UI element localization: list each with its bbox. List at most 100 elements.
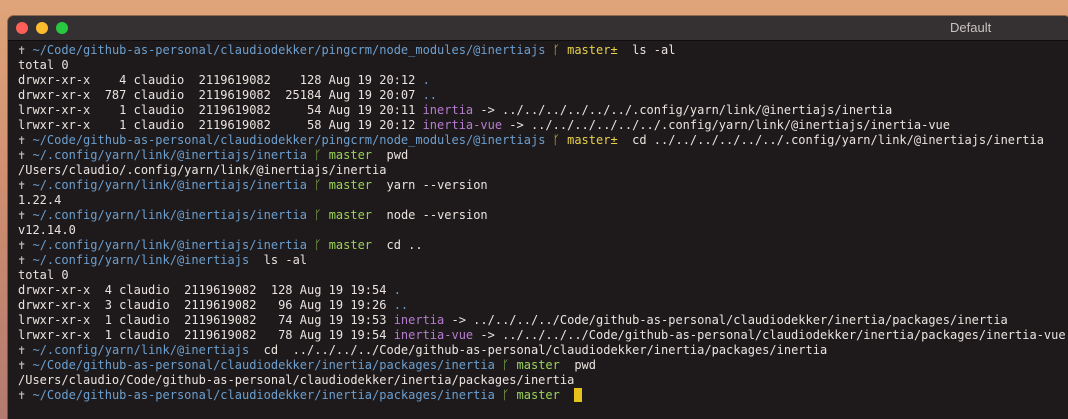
directory-name: .. [422, 88, 438, 102]
git-branch-name: master [328, 178, 373, 192]
listing-line: drwxr-xr-x 787 claudio 2119619082 25184 … [18, 88, 1068, 103]
prompt-path: ~/.config/yarn/link/@inertiajs [32, 253, 250, 267]
prompt-path: ~/.config/yarn/link/@inertiajs/inertia [32, 148, 308, 162]
git-branch-icon: ᚴ [552, 43, 560, 57]
window-title: Default [950, 20, 992, 35]
symlink-target: -> ../../../../../../.config/yarn/link/@… [473, 103, 893, 117]
listing-line: drwxr-xr-x 3 claudio 2119619082 96 Aug 1… [18, 298, 1068, 313]
git-branch-icon: ᚴ [314, 178, 322, 192]
output-line: /Users/claudio/Code/github-as-personal/c… [18, 373, 1068, 388]
prompt-path: ~/.config/yarn/link/@inertiajs [32, 343, 250, 357]
output-text: v12.14.0 [18, 223, 76, 237]
git-branch-icon: ᚴ [314, 148, 322, 162]
output-line: total 0 [18, 268, 1068, 283]
git-branch-name: master [328, 208, 373, 222]
output-text: /Users/claudio/Code/github-as-personal/c… [18, 373, 575, 387]
symlink-target: -> ../../../../Code/github-as-personal/c… [444, 313, 1008, 327]
git-branch-name: master [516, 388, 560, 402]
listing-line: drwxr-xr-x 4 claudio 2119619082 128 Aug … [18, 73, 1068, 88]
prompt-line: ✝ ~/.config/yarn/link/@inertiajs cd ../.… [18, 343, 1068, 358]
file-info: lrwxr-xr-x 1 claudio 2119619082 74 Aug 1… [18, 313, 394, 327]
text-cursor[interactable] [573, 388, 582, 402]
git-branch-name: master± [567, 43, 618, 57]
file-info: lrwxr-xr-x 1 claudio 2119619082 78 Aug 1… [18, 328, 394, 342]
directory-name: . [393, 283, 401, 297]
file-info: drwxr-xr-x 787 claudio 2119619082 25184 … [18, 88, 423, 102]
file-info: lrwxr-xr-x 1 claudio 2119619082 58 Aug 1… [18, 118, 423, 132]
command-text: pwd [559, 358, 596, 372]
listing-line: lrwxr-xr-x 1 claudio 2119619082 74 Aug 1… [18, 313, 1068, 328]
output-text: total 0 [18, 58, 69, 72]
prompt-arrow-icon: ✝ [18, 253, 26, 267]
terminal-window[interactable]: Default ✝ ~/Code/github-as-personal/clau… [8, 16, 1068, 419]
file-info: drwxr-xr-x 3 claudio 2119619082 96 Aug 1… [18, 298, 394, 312]
file-info: drwxr-xr-x 4 claudio 2119619082 128 Aug … [18, 73, 423, 87]
file-info: lrwxr-xr-x 1 claudio 2119619082 54 Aug 1… [18, 103, 423, 117]
git-branch-name: master [516, 358, 560, 372]
prompt-arrow-icon: ✝ [18, 178, 26, 192]
directory-name: . [422, 73, 430, 87]
git-branch-icon: ᚴ [552, 133, 560, 147]
output-text: 1.22.4 [18, 193, 62, 207]
command-text: ls -al [249, 253, 308, 267]
prompt-arrow-icon: ✝ [18, 208, 26, 222]
listing-line: lrwxr-xr-x 1 claudio 2119619082 58 Aug 1… [18, 118, 1068, 133]
git-branch-name: master [328, 238, 373, 252]
command-text: cd ../../../../Code/github-as-personal/c… [249, 343, 828, 357]
output-line: total 0 [18, 58, 1068, 73]
prompt-path: ~/Code/github-as-personal/claudiodekker/… [32, 133, 546, 147]
output-line: 1.22.4 [18, 193, 1068, 208]
prompt-line: ✝ ~/Code/github-as-personal/claudiodekke… [18, 388, 1068, 403]
prompt-arrow-icon: ✝ [18, 388, 26, 402]
git-branch-icon: ᚴ [502, 358, 510, 372]
prompt-arrow-icon: ✝ [18, 43, 26, 57]
prompt-line: ✝ ~/.config/yarn/link/@inertiajs/inertia… [18, 148, 1068, 163]
prompt-line: ✝ ~/.config/yarn/link/@inertiajs ls -al [18, 253, 1068, 268]
output-text: total 0 [18, 268, 69, 282]
prompt-arrow-icon: ✝ [18, 238, 26, 252]
symlink-name: inertia-vue [393, 328, 474, 342]
file-info: drwxr-xr-x 4 claudio 2119619082 128 Aug … [18, 283, 394, 297]
zoom-button[interactable] [56, 22, 68, 34]
terminal-output[interactable]: ✝ ~/Code/github-as-personal/claudiodekke… [8, 41, 1068, 403]
symlink-target: -> ../../../../../../.config/yarn/link/@… [502, 118, 950, 132]
command-text: pwd [372, 148, 409, 162]
prompt-path: ~/Code/github-as-personal/claudiodekker/… [32, 358, 495, 372]
output-line: /Users/claudio/.config/yarn/link/@inerti… [18, 163, 1068, 178]
prompt-path: ~/Code/github-as-personal/claudiodekker/… [32, 43, 546, 57]
git-branch-name: master [328, 148, 373, 162]
symlink-target: -> ../../../../Code/github-as-personal/c… [473, 328, 1066, 342]
symlink-name: inertia [393, 313, 445, 327]
git-branch-icon: ᚴ [314, 208, 322, 222]
symlink-name: inertia [422, 103, 474, 117]
directory-name: .. [393, 298, 409, 312]
listing-line: lrwxr-xr-x 1 claudio 2119619082 54 Aug 1… [18, 103, 1068, 118]
prompt-path: ~/.config/yarn/link/@inertiajs/inertia [32, 178, 308, 192]
prompt-line: ✝ ~/.config/yarn/link/@inertiajs/inertia… [18, 208, 1068, 223]
output-text: /Users/claudio/.config/yarn/link/@inerti… [18, 163, 387, 177]
prompt-arrow-icon: ✝ [18, 343, 26, 357]
title-bar[interactable]: Default [8, 16, 1068, 41]
command-text: node --version [372, 208, 488, 222]
close-button[interactable] [16, 22, 28, 34]
listing-line: lrwxr-xr-x 1 claudio 2119619082 78 Aug 1… [18, 328, 1068, 343]
prompt-path: ~/Code/github-as-personal/claudiodekker/… [32, 388, 495, 402]
output-line: v12.14.0 [18, 223, 1068, 238]
git-branch-name: master± [567, 133, 618, 147]
prompt-line: ✝ ~/Code/github-as-personal/claudiodekke… [18, 133, 1068, 148]
prompt-path: ~/.config/yarn/link/@inertiajs/inertia [32, 238, 308, 252]
command-text: yarn --version [372, 178, 488, 192]
prompt-path: ~/.config/yarn/link/@inertiajs/inertia [32, 208, 308, 222]
prompt-line: ✝ ~/Code/github-as-personal/claudiodekke… [18, 358, 1068, 373]
command-text: ls -al [617, 43, 676, 57]
command-text: cd .. [372, 238, 423, 252]
prompt-line: ✝ ~/.config/yarn/link/@inertiajs/inertia… [18, 178, 1068, 193]
git-branch-icon: ᚴ [314, 238, 322, 252]
prompt-arrow-icon: ✝ [18, 148, 26, 162]
prompt-arrow-icon: ✝ [18, 358, 26, 372]
prompt-arrow-icon: ✝ [18, 133, 26, 147]
command-text: cd ../../../../../../.config/yarn/link/@… [617, 133, 1044, 147]
git-branch-icon: ᚴ [502, 388, 510, 402]
prompt-line: ✝ ~/Code/github-as-personal/claudiodekke… [18, 43, 1068, 58]
minimize-button[interactable] [36, 22, 48, 34]
